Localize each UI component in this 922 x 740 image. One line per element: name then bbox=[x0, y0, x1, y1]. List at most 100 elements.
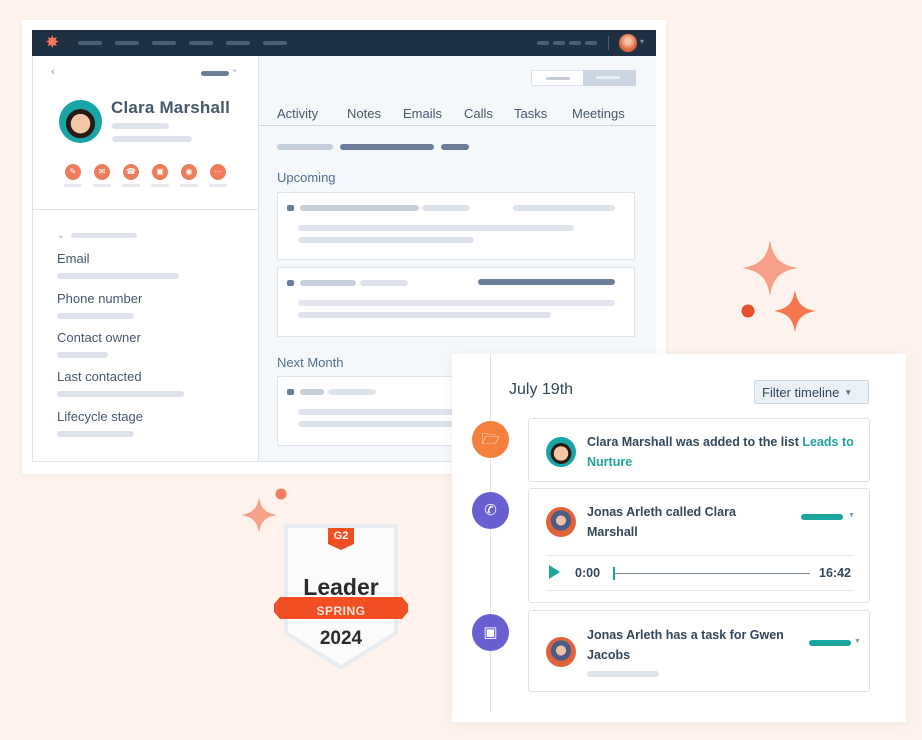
g2-logo: G2 bbox=[333, 530, 349, 542]
audio-current-time: 0:00 bbox=[575, 566, 601, 580]
nav-item[interactable] bbox=[115, 41, 139, 45]
chevron-down-icon[interactable]: ▾ bbox=[233, 67, 237, 75]
contact-email-placeholder bbox=[112, 136, 192, 142]
nav-item[interactable] bbox=[78, 41, 102, 45]
timeline-date: July 19th bbox=[509, 381, 574, 398]
section-upcoming: Upcoming bbox=[277, 170, 336, 185]
nav-utility[interactable] bbox=[537, 41, 549, 45]
timeline-event-list-added[interactable]: Clara Marshall was added to the list Lea… bbox=[528, 418, 870, 482]
property-phone-number: Phone number bbox=[57, 291, 142, 324]
chevron-down-icon[interactable]: ▼ bbox=[848, 512, 855, 519]
toggle-option-1[interactable] bbox=[546, 77, 570, 80]
actions-dropdown[interactable] bbox=[201, 71, 229, 76]
task-due-placeholder bbox=[587, 671, 659, 677]
event-text: Jonas Arleth called Clara Marshall bbox=[587, 505, 736, 539]
tab-meetings[interactable]: Meetings bbox=[572, 106, 625, 121]
chevron-down-icon[interactable]: ⌄ bbox=[57, 230, 65, 241]
filter-placeholder[interactable] bbox=[340, 144, 434, 150]
filter-timeline-dropdown[interactable]: Filter timeline ▼ bbox=[754, 380, 869, 404]
task-button[interactable]: ▣ bbox=[151, 164, 169, 187]
filter-placeholder[interactable] bbox=[277, 144, 333, 150]
nav-item[interactable] bbox=[263, 41, 287, 45]
more-icon: ··· bbox=[210, 164, 226, 180]
meeting-icon: ◉ bbox=[181, 164, 197, 180]
property-value-placeholder[interactable] bbox=[57, 431, 134, 437]
calendar-icon: ▣ bbox=[472, 614, 509, 651]
call-button[interactable]: ☎ bbox=[122, 164, 140, 187]
nav-utility[interactable] bbox=[569, 41, 581, 45]
back-chevron-icon[interactable]: ‹ bbox=[51, 66, 55, 78]
contact-title-placeholder bbox=[112, 123, 169, 129]
activity-card[interactable] bbox=[277, 192, 635, 260]
g2-leader-badge: G2 Leader SPRING 2024 bbox=[274, 524, 408, 674]
phone-icon: ✆ bbox=[472, 492, 509, 529]
tab-notes[interactable]: Notes bbox=[347, 106, 381, 121]
property-lifecycle-stage: Lifecycle stage bbox=[57, 409, 143, 442]
badge-title: Leader bbox=[303, 574, 379, 600]
property-value-placeholder[interactable] bbox=[57, 313, 134, 319]
activity-type-icon bbox=[287, 389, 294, 395]
contact-action-buttons: ✎ ✉ ☎ ▣ ◉ ··· bbox=[64, 164, 227, 187]
play-icon[interactable] bbox=[549, 565, 560, 579]
property-value-placeholder[interactable] bbox=[57, 273, 179, 279]
audio-seek-bar[interactable] bbox=[614, 573, 810, 574]
dot-icon bbox=[275, 488, 287, 500]
call-status-placeholder[interactable] bbox=[801, 514, 843, 520]
email-button[interactable]: ✉ bbox=[93, 164, 111, 187]
nav-item[interactable] bbox=[189, 41, 213, 45]
filter-placeholder[interactable] bbox=[441, 144, 469, 150]
activity-type-icon bbox=[287, 205, 294, 211]
view-toggle[interactable] bbox=[531, 70, 636, 86]
nav-divider bbox=[608, 36, 609, 50]
more-button[interactable]: ··· bbox=[209, 164, 227, 187]
dot-icon bbox=[741, 304, 755, 318]
nav-utility[interactable] bbox=[585, 41, 597, 45]
tab-emails[interactable]: Emails bbox=[403, 106, 442, 121]
activity-tabs: Activity Notes Emails Calls Tasks Meetin… bbox=[259, 96, 656, 126]
badge-season: SPRING bbox=[316, 604, 366, 618]
meeting-button[interactable]: ◉ bbox=[180, 164, 198, 187]
activity-card[interactable] bbox=[277, 267, 635, 337]
jonas-avatar bbox=[546, 507, 576, 537]
timeline-panel: July 19th Filter timeline ▼ 🗁 Clara Marsh… bbox=[452, 354, 906, 722]
activity-type-icon bbox=[287, 280, 294, 286]
audio-seek-handle[interactable] bbox=[613, 567, 615, 580]
audio-duration: 16:42 bbox=[819, 566, 851, 580]
note-button[interactable]: ✎ bbox=[64, 164, 82, 187]
badge-year: 2024 bbox=[319, 628, 363, 649]
timeline-event-call[interactable]: Jonas Arleth called Clara Marshall ▼ 0:0… bbox=[528, 488, 870, 603]
user-avatar[interactable] bbox=[619, 34, 637, 52]
chevron-down-icon[interactable]: ▼ bbox=[854, 638, 861, 645]
sparkle-icon bbox=[241, 497, 277, 533]
property-value-placeholder[interactable] bbox=[57, 352, 108, 358]
sparkle-icon bbox=[742, 240, 798, 296]
jonas-avatar bbox=[546, 637, 576, 667]
nav-item[interactable] bbox=[152, 41, 176, 45]
folder-icon: 🗁 bbox=[472, 421, 509, 458]
task-status-placeholder[interactable] bbox=[809, 640, 851, 646]
task-icon: ▣ bbox=[152, 164, 168, 180]
contact-name: Clara Marshall bbox=[111, 98, 231, 117]
tab-tasks[interactable]: Tasks bbox=[514, 106, 547, 121]
timeline-event-task[interactable]: Jonas Arleth has a task for Gwen Jacobs … bbox=[528, 610, 870, 692]
property-email: Email bbox=[57, 251, 179, 284]
top-navigation-bar: ✵ ▾ bbox=[32, 30, 656, 56]
property-value-placeholder[interactable] bbox=[57, 391, 184, 397]
hubspot-sprocket-icon[interactable]: ✵ bbox=[46, 34, 64, 52]
call-icon: ☎ bbox=[123, 164, 139, 180]
nav-item[interactable] bbox=[226, 41, 250, 45]
timeline-line bbox=[490, 354, 491, 712]
section-next-month: Next Month bbox=[277, 355, 344, 370]
call-recording-player: 0:00 16:42 bbox=[546, 555, 854, 591]
section-header-placeholder[interactable] bbox=[71, 233, 137, 238]
tab-activity[interactable]: Activity bbox=[277, 106, 318, 121]
property-contact-owner: Contact owner bbox=[57, 330, 141, 363]
nav-utility[interactable] bbox=[553, 41, 565, 45]
toggle-option-2[interactable] bbox=[583, 70, 636, 86]
divider bbox=[33, 209, 258, 210]
contact-avatar bbox=[59, 100, 102, 143]
chevron-down-icon: ▼ bbox=[844, 388, 853, 397]
property-last-contacted: Last contacted bbox=[57, 369, 184, 402]
tab-calls[interactable]: Calls bbox=[464, 106, 493, 121]
chevron-down-icon[interactable]: ▾ bbox=[640, 37, 644, 46]
